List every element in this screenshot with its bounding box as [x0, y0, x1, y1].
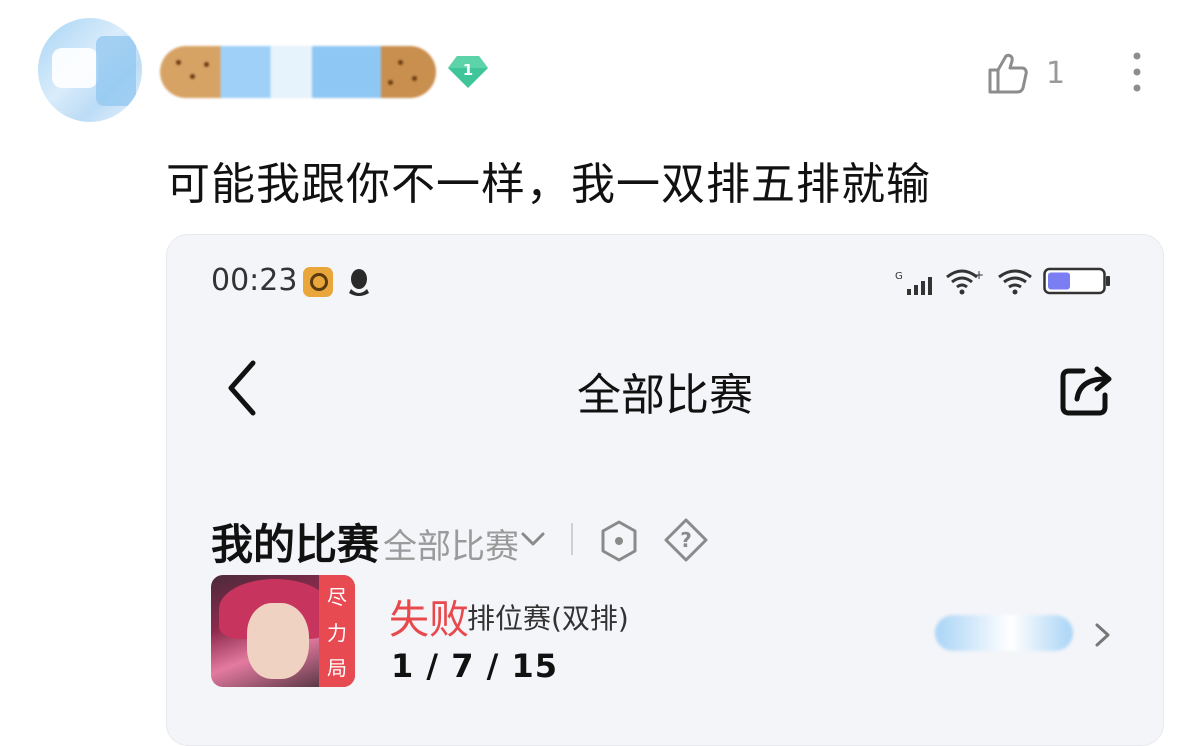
help-icon[interactable]: ? [663, 517, 709, 563]
wifi-icon: + [946, 268, 983, 295]
status-time: 00:23 [211, 263, 298, 298]
wifi-icon [998, 269, 1032, 295]
hero-avatar[interactable]: 尽 力 局 [211, 575, 355, 687]
game-app-icon [303, 267, 333, 297]
chevron-down-icon[interactable] [519, 525, 547, 553]
username-redacted[interactable] [160, 46, 436, 98]
chevron-right-icon[interactable] [1093, 621, 1113, 649]
svg-text:G: G [895, 271, 903, 282]
page-title: 全部比赛 [577, 370, 753, 421]
svg-text:?: ? [680, 528, 692, 552]
divider [571, 523, 573, 555]
thumbs-up-icon[interactable] [984, 50, 1032, 98]
svg-text:+: + [974, 268, 983, 282]
user-avatar[interactable] [38, 18, 142, 122]
hexagon-settings-icon[interactable] [599, 519, 639, 563]
kda-score: 1 / 7 / 15 [391, 647, 558, 685]
like-count: 1 [1046, 56, 1066, 91]
match-type: 排位赛(双排) [467, 602, 629, 635]
attached-screenshot[interactable]: 00:23 G + 全部比赛 我的比赛 全部比赛 ? 尽 力 局 失败 排位赛(… [166, 234, 1164, 746]
share-icon[interactable] [1057, 363, 1115, 417]
level-badge: 1 [446, 54, 490, 90]
comment-text: 可能我跟你不一样，我一双排五排就输 [166, 159, 931, 210]
penguin-icon [349, 269, 369, 296]
section-title: 我的比赛 [211, 520, 380, 569]
vertical-ellipsis-icon[interactable] [1122, 48, 1152, 96]
redacted-value [935, 615, 1073, 651]
effort-tag: 尽 力 局 [319, 575, 355, 687]
filter-dropdown[interactable]: 全部比赛 [383, 519, 519, 568]
battery-icon [1043, 267, 1110, 295]
cellular-signal-icon: G [895, 271, 932, 295]
match-result: 失败 [389, 597, 469, 643]
